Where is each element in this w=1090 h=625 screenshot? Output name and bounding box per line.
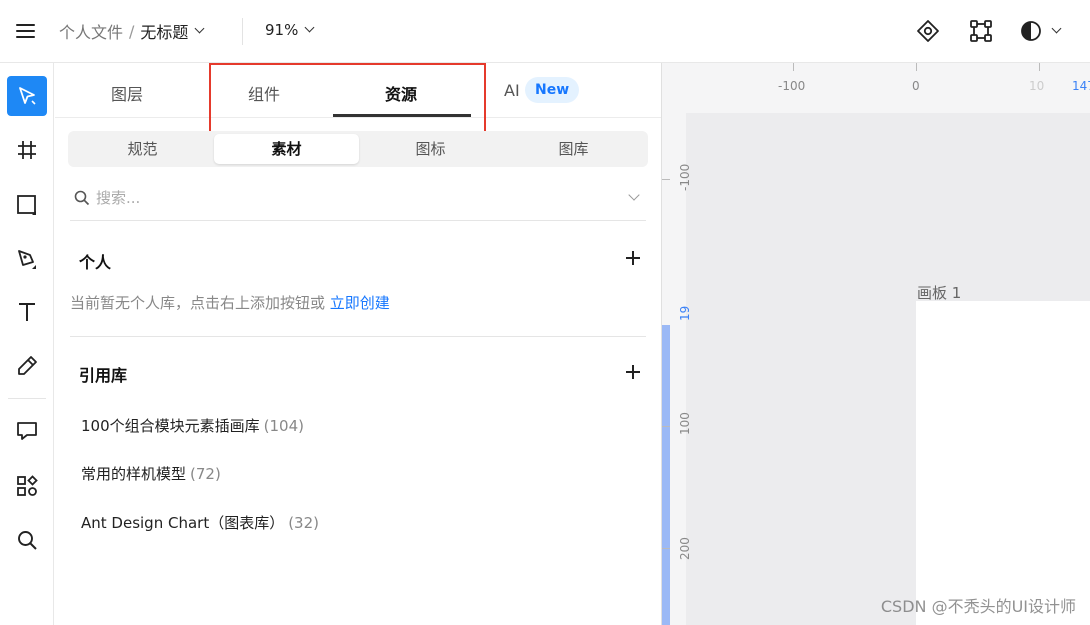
toolbar-divider: [8, 398, 46, 399]
asset-category-switch: 规范 素材 图标 图库: [68, 131, 648, 167]
selection-range-indicator: [662, 325, 670, 625]
ruler-tick: [793, 63, 794, 71]
new-badge: New: [525, 77, 580, 103]
zoom-dropdown[interactable]: 91%: [265, 21, 315, 39]
list-item[interactable]: Ant Design Chart（图表库） (32): [81, 512, 319, 533]
add-personal-library-icon[interactable]: [625, 250, 641, 266]
ruler-label: -100: [778, 79, 806, 93]
segment-gallery[interactable]: 图库: [501, 134, 646, 164]
component-diamond-icon[interactable]: [915, 18, 941, 44]
chevron-down-icon[interactable]: [194, 23, 205, 33]
ruler-label: 0: [912, 79, 920, 93]
top-bar: 个人文件 / 无标题 91%: [0, 0, 1090, 63]
personal-section-title: 个人: [79, 253, 112, 272]
library-name: 常用的样机模型: [81, 465, 187, 483]
ruler-label: -100: [678, 163, 692, 191]
rectangle-tool-icon[interactable]: [7, 185, 47, 225]
divider: [242, 18, 243, 45]
theme-toggle-icon: [1021, 21, 1041, 41]
libraries-section-title: 引用库: [79, 366, 128, 385]
menu-icon[interactable]: [14, 21, 38, 41]
ruler-tick: [916, 63, 917, 71]
library-count: (104): [263, 417, 304, 435]
library-name: Ant Design Chart（图表库）: [81, 514, 285, 532]
text-tool-icon[interactable]: [7, 292, 47, 332]
create-now-link[interactable]: 立即创建: [330, 294, 390, 312]
add-library-icon[interactable]: [625, 364, 641, 380]
ruler-label: 100: [678, 412, 692, 435]
ruler-tick: [662, 548, 670, 549]
library-count: (32): [288, 514, 319, 532]
artboard-name[interactable]: 画板 1: [917, 282, 961, 303]
breadcrumb-parent[interactable]: 个人文件: [59, 19, 123, 43]
tab-layers[interactable]: 图层: [111, 81, 143, 105]
ruler-tick: [1039, 63, 1040, 71]
ruler-label: 19: [678, 305, 692, 321]
pen-tool-icon[interactable]: [7, 239, 47, 279]
frame-select-icon[interactable]: [968, 18, 994, 44]
design-canvas[interactable]: -100 0 10 147 -100 19 100 200 画板 1: [661, 63, 1090, 625]
ruler-tick: [662, 426, 670, 427]
theme-toggle[interactable]: [1019, 19, 1062, 43]
library-count: (72): [190, 465, 221, 483]
segment-icons[interactable]: 图标: [358, 134, 503, 164]
chevron-down-icon: [1051, 23, 1062, 33]
breadcrumb: 个人文件 / 无标题: [59, 19, 205, 43]
search-icon: [74, 190, 90, 206]
ruler-label: 147: [1072, 79, 1090, 93]
annotation-highlight-box: [209, 63, 486, 133]
list-item[interactable]: 100个组合模块元素插画库 (104): [81, 415, 304, 436]
tool-bar: [0, 63, 54, 625]
chevron-down-icon[interactable]: [628, 189, 640, 201]
ruler-label: 10: [1029, 79, 1045, 93]
comment-icon[interactable]: [7, 411, 47, 451]
vertical-ruler[interactable]: -100 19 100 200: [662, 63, 692, 625]
empty-library-hint: 当前暂无个人库，点击右上添加按钮或 立即创建: [70, 292, 390, 313]
breadcrumb-separator: /: [129, 21, 135, 41]
segment-guidelines[interactable]: 规范: [70, 134, 215, 164]
chevron-down-icon: [304, 22, 315, 32]
library-name: 100个组合模块元素插画库: [81, 417, 260, 435]
search-bar: [70, 181, 646, 221]
segment-materials[interactable]: 素材: [214, 134, 359, 164]
hint-text: 当前暂无个人库，点击右上添加按钮或: [70, 294, 326, 312]
list-item[interactable]: 常用的样机模型 (72): [81, 463, 221, 484]
file-name[interactable]: 无标题: [140, 19, 188, 43]
artboard[interactable]: [916, 301, 1090, 625]
assets-panel: 图层 组件 资源 AI New 规范 素材 图标 图库 个人 当前暂无个人库，点…: [55, 63, 661, 625]
plugins-icon[interactable]: [7, 466, 47, 506]
section-divider: [70, 336, 646, 337]
horizontal-ruler[interactable]: -100 0 10 147: [662, 63, 1090, 113]
pencil-tool-icon[interactable]: [7, 346, 47, 386]
search-input[interactable]: [96, 186, 596, 210]
search-icon[interactable]: [7, 520, 47, 560]
ruler-label: 200: [678, 537, 692, 560]
frame-tool-icon[interactable]: [7, 130, 47, 170]
move-tool-icon[interactable]: [7, 76, 47, 116]
ruler-corner: [662, 63, 686, 113]
tab-ai[interactable]: AI: [504, 81, 520, 100]
zoom-level: 91%: [265, 21, 299, 39]
ruler-tick: [662, 179, 670, 180]
